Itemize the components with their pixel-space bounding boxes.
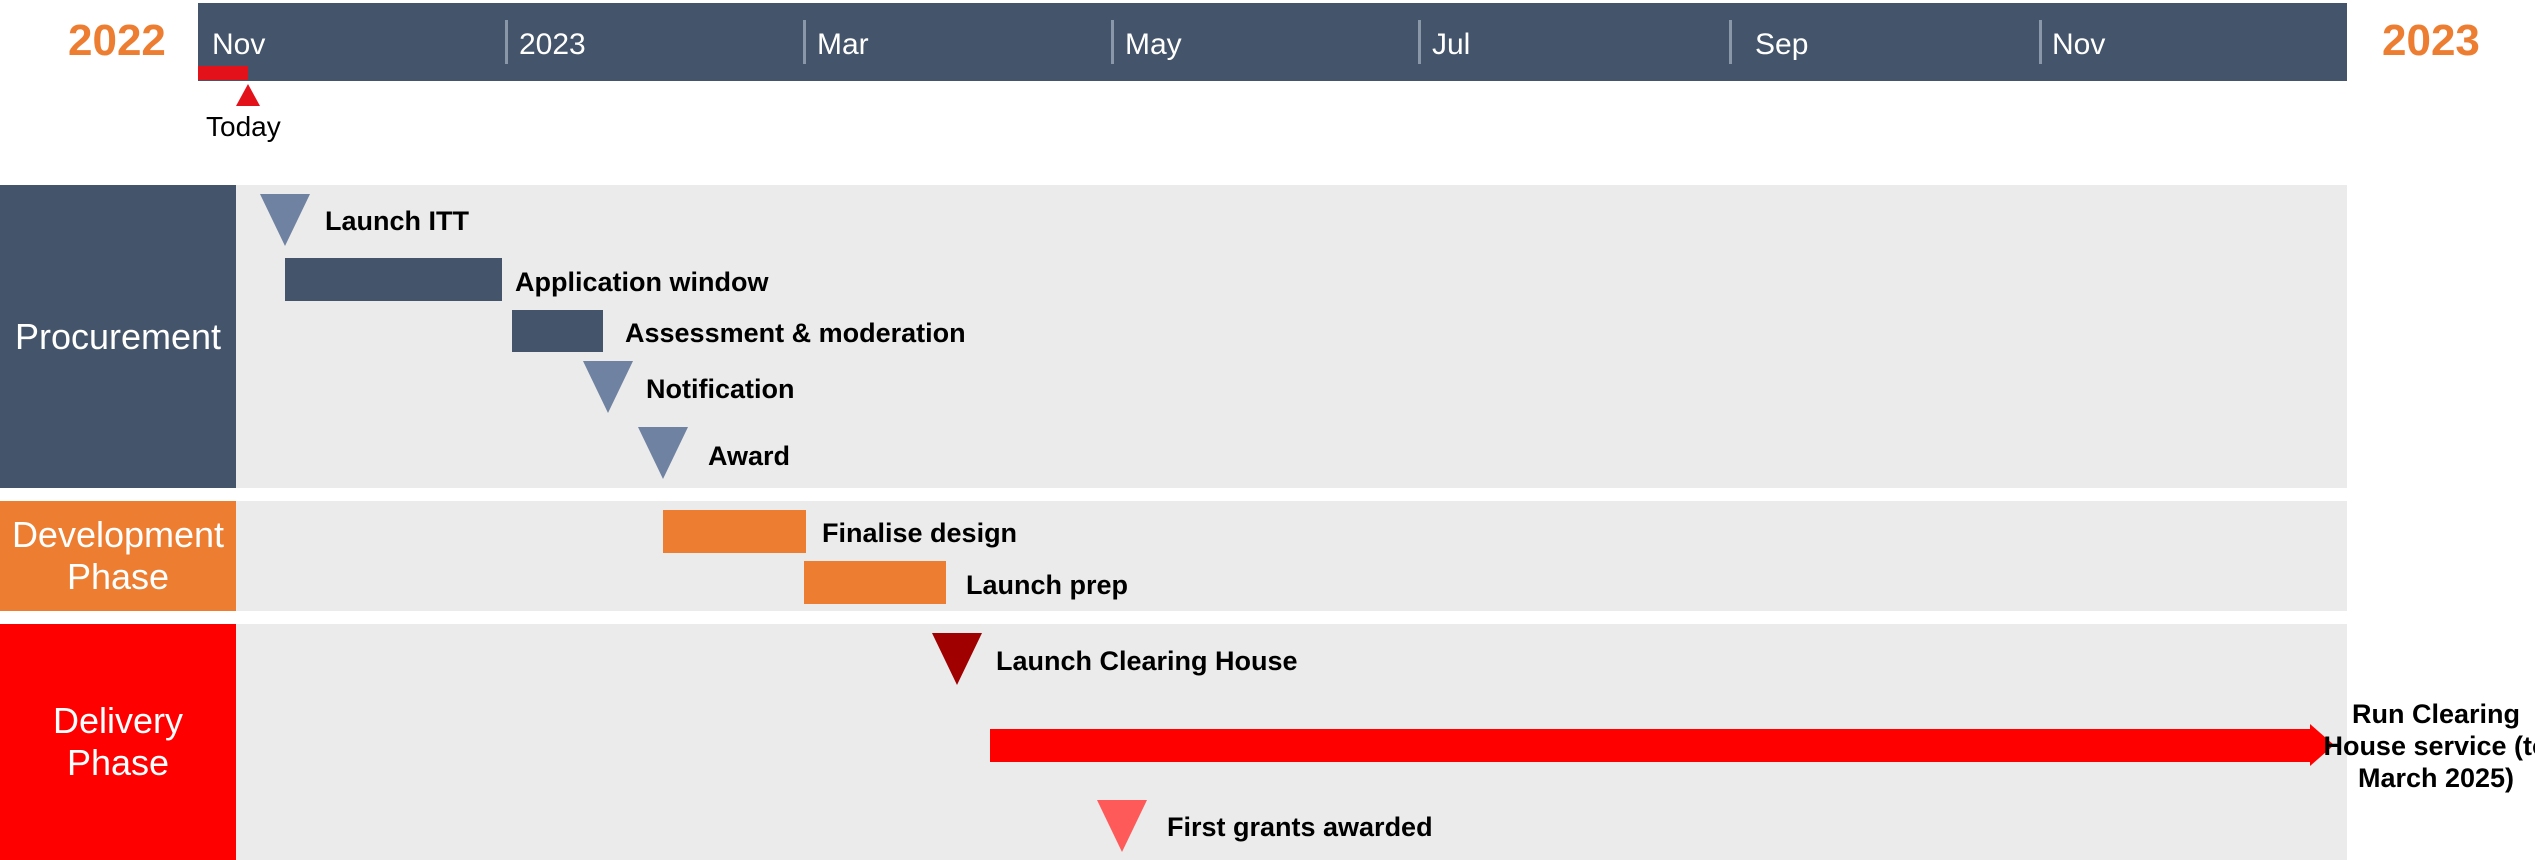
notification-label: Notification	[646, 374, 795, 404]
finalise-design-bar	[663, 510, 806, 553]
launch-prep-label: Launch prep	[966, 570, 1129, 600]
month-label-2023: 2023	[519, 28, 586, 61]
month-label-nov-2022: Nov	[212, 28, 266, 61]
month-label-nov-2023: Nov	[2052, 28, 2106, 61]
launch-itt-milestone-icon	[260, 194, 310, 246]
application-window-bar	[285, 258, 502, 301]
month-tick	[505, 20, 508, 64]
month-tick	[1418, 20, 1421, 64]
month-label-jul: Jul	[1432, 28, 1471, 61]
month-tick	[803, 20, 806, 64]
launch-clearing-house-label: Launch Clearing House	[996, 646, 1298, 676]
start-year-label: 2022	[68, 16, 166, 65]
notification-milestone-icon	[583, 361, 633, 413]
development-band	[0, 501, 2347, 611]
month-tick	[1729, 20, 1732, 64]
month-label-mar: Mar	[817, 28, 869, 61]
month-label-sep: Sep	[1755, 28, 1809, 61]
launch-prep-bar	[804, 561, 946, 604]
first-grants-milestone-icon	[1097, 800, 1147, 852]
delivery-phase-label: Delivery Phase	[0, 624, 236, 860]
award-milestone-icon	[638, 427, 688, 479]
month-label-may: May	[1125, 28, 1182, 61]
first-grants-label: First grants awarded	[1167, 812, 1433, 842]
launch-itt-label: Launch ITT	[325, 206, 469, 236]
today-progress-bar	[198, 66, 248, 80]
end-year-label: 2023	[2382, 16, 2480, 65]
finalise-design-label: Finalise design	[822, 518, 1018, 548]
month-tick	[2039, 20, 2042, 64]
development-phase-label: Development Phase	[0, 501, 236, 611]
assessment-bar	[512, 310, 603, 352]
assessment-label: Assessment & moderation	[625, 318, 966, 348]
run-service-label: Run Clearing House service (to March 202…	[2323, 699, 2535, 793]
application-window-label: Application window	[515, 267, 769, 297]
run-service-bar	[990, 729, 2312, 762]
today-marker-icon	[236, 84, 260, 106]
award-label: Award	[708, 441, 791, 471]
procurement-phase-label: Procurement	[0, 185, 236, 488]
today-label: Today	[206, 111, 281, 142]
launch-clearing-house-milestone-icon	[932, 633, 982, 685]
month-tick	[1111, 20, 1114, 64]
roadmap-timeline: 2022 2023 Nov 2023 Mar May Jul Sep Nov T…	[0, 0, 2535, 860]
